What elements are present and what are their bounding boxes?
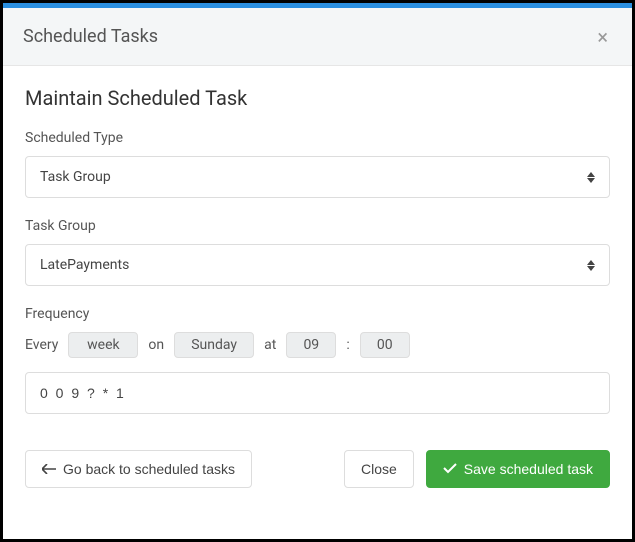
- frequency-label: Frequency: [25, 306, 610, 322]
- frequency-every-text: Every: [25, 337, 58, 353]
- task-group-select[interactable]: LatePayments: [25, 244, 610, 286]
- modal-header: Scheduled Tasks ×: [3, 8, 632, 66]
- frequency-group: Frequency Every week on Sunday at 09 : 0…: [25, 306, 610, 414]
- close-button[interactable]: Close: [344, 450, 414, 488]
- frequency-row: Every week on Sunday at 09 : 00: [25, 332, 610, 358]
- check-icon: [443, 461, 457, 477]
- sort-icon: [587, 172, 595, 183]
- frequency-day-select[interactable]: Sunday: [174, 332, 254, 358]
- close-icon[interactable]: ×: [593, 27, 612, 47]
- scheduled-type-group: Scheduled Type Task Group: [25, 130, 610, 198]
- section-title: Maintain Scheduled Task: [25, 86, 610, 110]
- task-group-value: LatePayments: [40, 257, 129, 273]
- frequency-colon: :: [346, 337, 349, 353]
- task-group-label: Task Group: [25, 218, 610, 234]
- task-group-group: Task Group LatePayments: [25, 218, 610, 286]
- scheduled-type-value: Task Group: [40, 169, 111, 185]
- sort-icon: [587, 260, 595, 271]
- close-label: Close: [361, 461, 397, 477]
- cron-expression-input[interactable]: [25, 372, 610, 414]
- footer-row: Go back to scheduled tasks Close Save sc…: [25, 450, 610, 488]
- go-back-button[interactable]: Go back to scheduled tasks: [25, 450, 252, 488]
- arrow-left-icon: [42, 461, 56, 477]
- modal-body: Maintain Scheduled Task Scheduled Type T…: [3, 66, 632, 512]
- frequency-minute-select[interactable]: 00: [360, 332, 410, 358]
- scheduled-type-label: Scheduled Type: [25, 130, 610, 146]
- save-label: Save scheduled task: [464, 461, 593, 477]
- frequency-at-text: at: [264, 337, 276, 353]
- frequency-hour-select[interactable]: 09: [286, 332, 336, 358]
- go-back-label: Go back to scheduled tasks: [63, 461, 235, 477]
- save-button[interactable]: Save scheduled task: [426, 450, 610, 488]
- modal-title: Scheduled Tasks: [23, 26, 158, 47]
- frequency-interval-select[interactable]: week: [68, 332, 138, 358]
- footer-right: Close Save scheduled task: [344, 450, 610, 488]
- frequency-on-text: on: [148, 337, 164, 353]
- scheduled-type-select[interactable]: Task Group: [25, 156, 610, 198]
